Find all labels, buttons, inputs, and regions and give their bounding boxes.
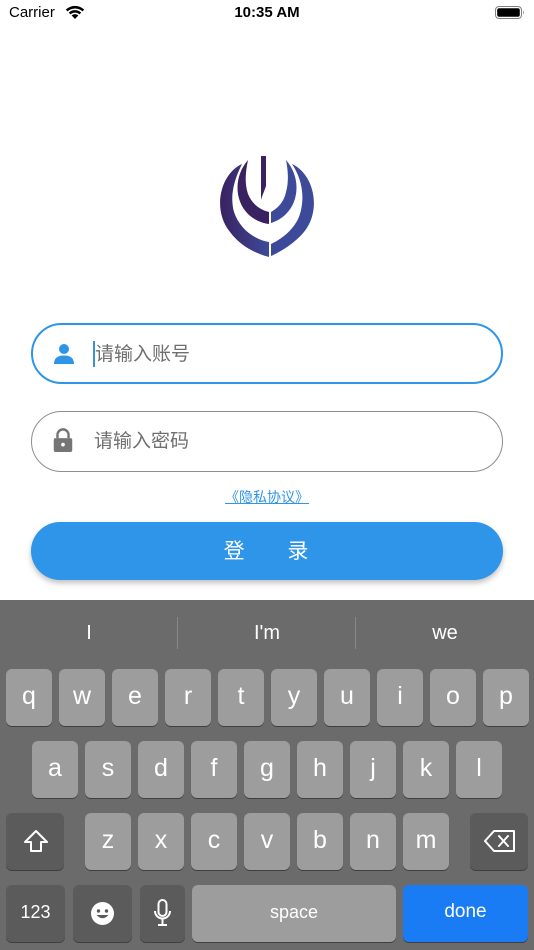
key-x[interactable]: x bbox=[138, 813, 184, 870]
key-u[interactable]: u bbox=[324, 669, 370, 726]
key-o[interactable]: o bbox=[430, 669, 476, 726]
key-r[interactable]: r bbox=[165, 669, 211, 726]
password-field[interactable] bbox=[31, 411, 503, 472]
key-g[interactable]: g bbox=[244, 741, 290, 798]
key-n[interactable]: n bbox=[350, 813, 396, 870]
user-icon bbox=[54, 344, 74, 364]
keyboard: I I'm we q w e r t y u i o p a s d f g h… bbox=[0, 600, 534, 950]
username-field[interactable] bbox=[31, 323, 503, 384]
shift-icon bbox=[24, 830, 48, 852]
lock-icon bbox=[53, 428, 73, 452]
key-w[interactable]: w bbox=[59, 669, 105, 726]
key-m[interactable]: m bbox=[403, 813, 449, 870]
suggestion-bar: I I'm we bbox=[0, 600, 534, 664]
done-key[interactable]: done bbox=[403, 885, 528, 942]
key-d[interactable]: d bbox=[138, 741, 184, 798]
key-c[interactable]: c bbox=[191, 813, 237, 870]
suggestion-3[interactable]: we bbox=[356, 600, 534, 664]
privacy-link[interactable]: 《隐私协议》 bbox=[0, 487, 534, 507]
key-k[interactable]: k bbox=[403, 741, 449, 798]
battery-icon bbox=[495, 6, 524, 19]
suggestion-2[interactable]: I'm bbox=[178, 600, 356, 664]
key-e[interactable]: e bbox=[112, 669, 158, 726]
numbers-key[interactable]: 123 bbox=[6, 885, 65, 942]
key-l[interactable]: l bbox=[456, 741, 502, 798]
key-s[interactable]: s bbox=[85, 741, 131, 798]
key-z[interactable]: z bbox=[85, 813, 131, 870]
space-key[interactable]: space bbox=[192, 885, 396, 942]
suggestion-1[interactable]: I bbox=[0, 600, 178, 664]
microphone-key[interactable] bbox=[140, 885, 185, 942]
key-q[interactable]: q bbox=[6, 669, 52, 726]
app-logo bbox=[220, 156, 314, 257]
key-p[interactable]: p bbox=[483, 669, 529, 726]
backspace-key[interactable] bbox=[470, 813, 528, 870]
key-v[interactable]: v bbox=[244, 813, 290, 870]
status-bar: Carrier 10:35 AM bbox=[0, 0, 534, 30]
username-input[interactable] bbox=[95, 337, 475, 371]
backspace-icon bbox=[484, 830, 515, 852]
key-i[interactable]: i bbox=[377, 669, 423, 726]
login-button[interactable]: 登 录 bbox=[31, 522, 503, 580]
microphone-icon bbox=[154, 899, 171, 926]
emoji-icon bbox=[91, 902, 114, 925]
key-b[interactable]: b bbox=[297, 813, 343, 870]
status-time: 10:35 AM bbox=[234, 4, 300, 21]
key-f[interactable]: f bbox=[191, 741, 237, 798]
emoji-key[interactable] bbox=[73, 885, 132, 942]
key-y[interactable]: y bbox=[271, 669, 317, 726]
key-a[interactable]: a bbox=[32, 741, 78, 798]
key-t[interactable]: t bbox=[218, 669, 264, 726]
key-h[interactable]: h bbox=[297, 741, 343, 798]
shift-key[interactable] bbox=[6, 813, 64, 870]
key-j[interactable]: j bbox=[350, 741, 396, 798]
password-input[interactable] bbox=[94, 424, 474, 458]
